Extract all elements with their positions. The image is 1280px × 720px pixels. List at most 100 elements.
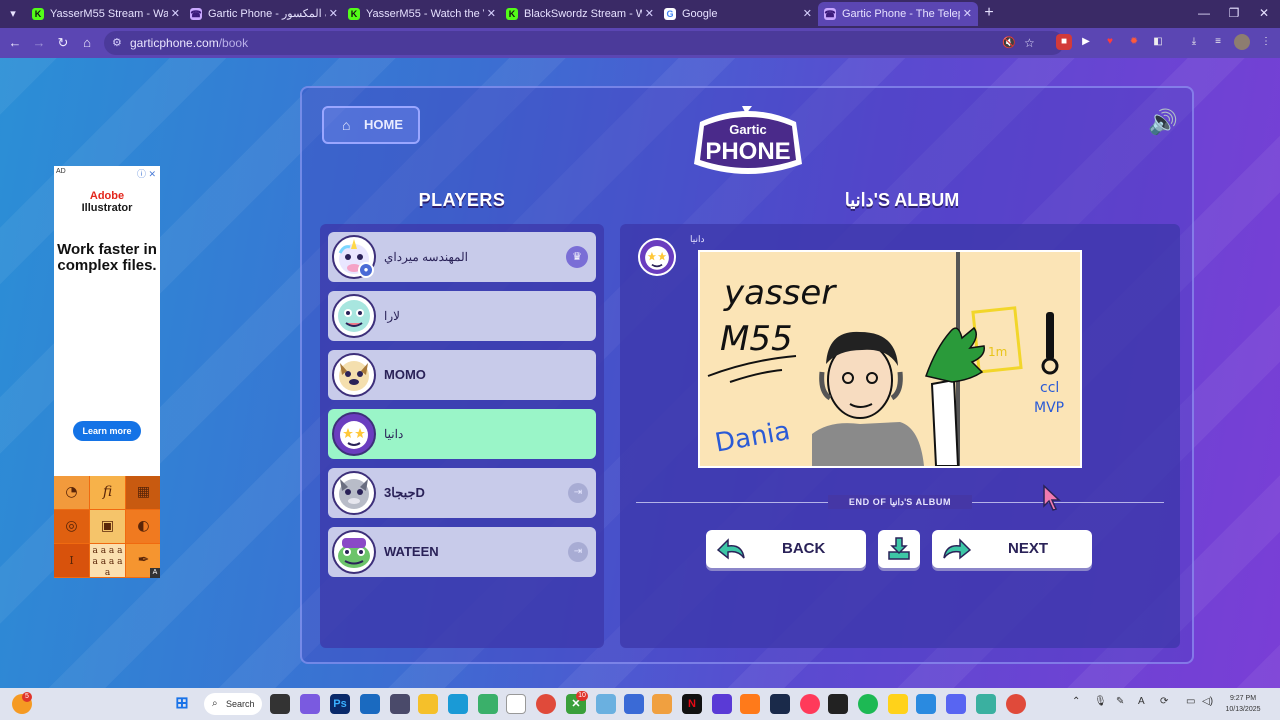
close-window-icon[interactable]: ✕	[1254, 4, 1274, 22]
new-tab-button[interactable]: +	[980, 4, 998, 22]
app-icon[interactable]	[976, 694, 996, 714]
profile-avatar[interactable]	[1234, 34, 1250, 50]
sync-icon[interactable]: ⟳	[1160, 696, 1168, 707]
browser-tab-3[interactable]: K YasserM55 - Watch the VOD on ✕	[342, 2, 502, 26]
close-icon[interactable]: ✕	[963, 2, 972, 26]
home-icon[interactable]: ⌂	[78, 34, 96, 52]
tray-chevron-icon[interactable]: ⌃	[1072, 696, 1080, 707]
back-arrow-icon	[716, 538, 745, 560]
calculator-icon[interactable]	[390, 694, 410, 714]
close-icon[interactable]: ✕	[171, 2, 180, 26]
player-row[interactable]: MOMO	[328, 350, 596, 400]
microphone-icon[interactable]: 🎙	[1094, 696, 1107, 707]
browser-tab-2[interactable]: ☎ Gartic Phone - الهاتف المكسور ✕	[184, 2, 344, 26]
player-row-active[interactable]: دانيا	[328, 409, 596, 459]
spotify-icon[interactable]	[858, 694, 878, 714]
sound-toggle-icon[interactable]: 🔊	[1148, 110, 1182, 136]
heart-extension-icon[interactable]: ♥	[1102, 34, 1118, 50]
players-title: PLAYERS	[418, 190, 506, 210]
notepad-icon[interactable]	[506, 694, 526, 714]
task-view-icon[interactable]	[270, 694, 290, 714]
taskbar-search-label: Search	[226, 699, 255, 709]
player-row[interactable]: WATEEN ⇥	[328, 527, 596, 577]
copilot-icon[interactable]	[300, 694, 320, 714]
download-icon[interactable]: ⤓	[1186, 34, 1202, 50]
app-icon[interactable]	[916, 694, 936, 714]
app-icon[interactable]	[828, 694, 848, 714]
restore-icon[interactable]: ❐	[1224, 4, 1244, 22]
app-icon[interactable]	[478, 694, 498, 714]
app-icon[interactable]	[596, 694, 616, 714]
site-info-icon[interactable]: ⚙	[112, 31, 122, 55]
album-drawing: yasser M55 Dania 1m ccl MVP	[698, 250, 1082, 468]
kick-player-icon[interactable]: ⇥	[568, 483, 588, 503]
gartic-icon: ☎	[190, 8, 202, 20]
menu-kebab-icon[interactable]: ⋮	[1258, 34, 1274, 50]
mute-tab-icon[interactable]: 🔇	[1002, 31, 1016, 55]
forward-arrow-icon[interactable]: →	[30, 34, 48, 52]
kick-player-icon[interactable]: ⇥	[568, 542, 588, 562]
tab-title: Gartic Phone - الهاتف المكسور	[208, 8, 326, 20]
steam-icon[interactable]	[770, 694, 790, 714]
back-arrow-icon[interactable]: ←	[6, 34, 24, 52]
windows-start-icon[interactable]: ⊞	[172, 694, 192, 714]
play-extension-icon[interactable]: ▶	[1078, 34, 1094, 50]
ad-info-icon[interactable]: ⓘ ✕	[137, 167, 156, 180]
discord-icon[interactable]	[946, 694, 966, 714]
app-icon[interactable]	[624, 694, 644, 714]
ad-learn-more-button[interactable]: Learn more	[73, 421, 141, 441]
photoshop-icon[interactable]: Ps	[330, 694, 350, 714]
opera-icon[interactable]	[800, 694, 820, 714]
chrome-icon[interactable]	[536, 694, 556, 714]
host-badge-icon: ●	[358, 262, 374, 278]
browser-tab-4[interactable]: K BlackSwordz Stream - Watch Li ✕	[500, 2, 660, 26]
system-clock[interactable]: 9:27 PM 10/13/2025	[1220, 693, 1266, 715]
chrome-active-icon[interactable]	[1006, 694, 1026, 714]
app-icon[interactable]	[652, 694, 672, 714]
reload-icon[interactable]: ↻	[54, 34, 72, 52]
media-control-icon[interactable]: ≡	[1210, 34, 1226, 50]
app-icon[interactable]	[712, 694, 732, 714]
app-icon[interactable]	[360, 694, 380, 714]
player-row[interactable]: لارا	[328, 291, 596, 341]
app-icon[interactable]	[740, 694, 760, 714]
browser-tab-6[interactable]: ☎ Gartic Phone - The Telephone G ✕	[818, 2, 978, 26]
pen-icon[interactable]: ✎	[1116, 696, 1124, 707]
extension-icon[interactable]: ■	[1056, 34, 1072, 50]
back-button-label: BACK	[782, 540, 826, 557]
network-icon[interactable]: ▭	[1186, 696, 1195, 707]
tab-search-menu-icon[interactable]: ▾	[4, 5, 22, 23]
taskbar-search[interactable]: ⌕ Search	[204, 693, 262, 715]
ad-headline: Work faster in complex files.	[57, 241, 157, 274]
bookmark-star-icon[interactable]: ☆	[1024, 31, 1035, 55]
address-bar[interactable]: ⚙ garticphone.com/book 🔇 ☆	[104, 31, 1064, 55]
edge-icon[interactable]	[448, 694, 468, 714]
close-icon[interactable]: ✕	[645, 2, 654, 26]
advertisement-banner[interactable]: AD ⓘ ✕ Adobe Illustrator Work faster in …	[54, 166, 160, 578]
next-button[interactable]: NEXT	[932, 530, 1092, 568]
download-button[interactable]	[878, 530, 920, 568]
player-row[interactable]: جبجا3D ⇥	[328, 468, 596, 518]
browser-tab-5[interactable]: G Google ✕	[658, 2, 818, 26]
logo-top-text: Gartic	[729, 122, 767, 137]
kick-icon: K	[32, 8, 44, 20]
close-icon[interactable]: ✕	[329, 2, 338, 26]
minimize-icon[interactable]: —	[1194, 4, 1214, 22]
ad-brand: Adobe Illustrator	[54, 190, 160, 214]
tab-title: YasserM55 - Watch the VOD on	[366, 8, 484, 20]
home-button[interactable]: ⌂ HOME	[322, 106, 420, 144]
close-icon[interactable]: ✕	[487, 2, 496, 26]
netflix-icon[interactable]: N	[682, 694, 702, 714]
browser-tab-1[interactable]: K YasserM55 Stream - Watch Live ✕	[26, 2, 186, 26]
volume-icon[interactable]: ◁)	[1202, 696, 1213, 707]
google-icon: G	[664, 8, 676, 20]
adchoices-icon[interactable]: A	[150, 568, 160, 578]
back-button[interactable]: BACK	[706, 530, 866, 568]
fire-extension-icon[interactable]: ✹	[1126, 34, 1142, 50]
font-icon[interactable]: A	[1138, 696, 1145, 707]
player-row[interactable]: ● المهندسه ميرداي ♛	[328, 232, 596, 282]
app-icon[interactable]	[888, 694, 908, 714]
file-explorer-icon[interactable]	[418, 694, 438, 714]
close-icon[interactable]: ✕	[803, 2, 812, 26]
extensions-puzzle-icon[interactable]: ◧	[1150, 34, 1166, 50]
